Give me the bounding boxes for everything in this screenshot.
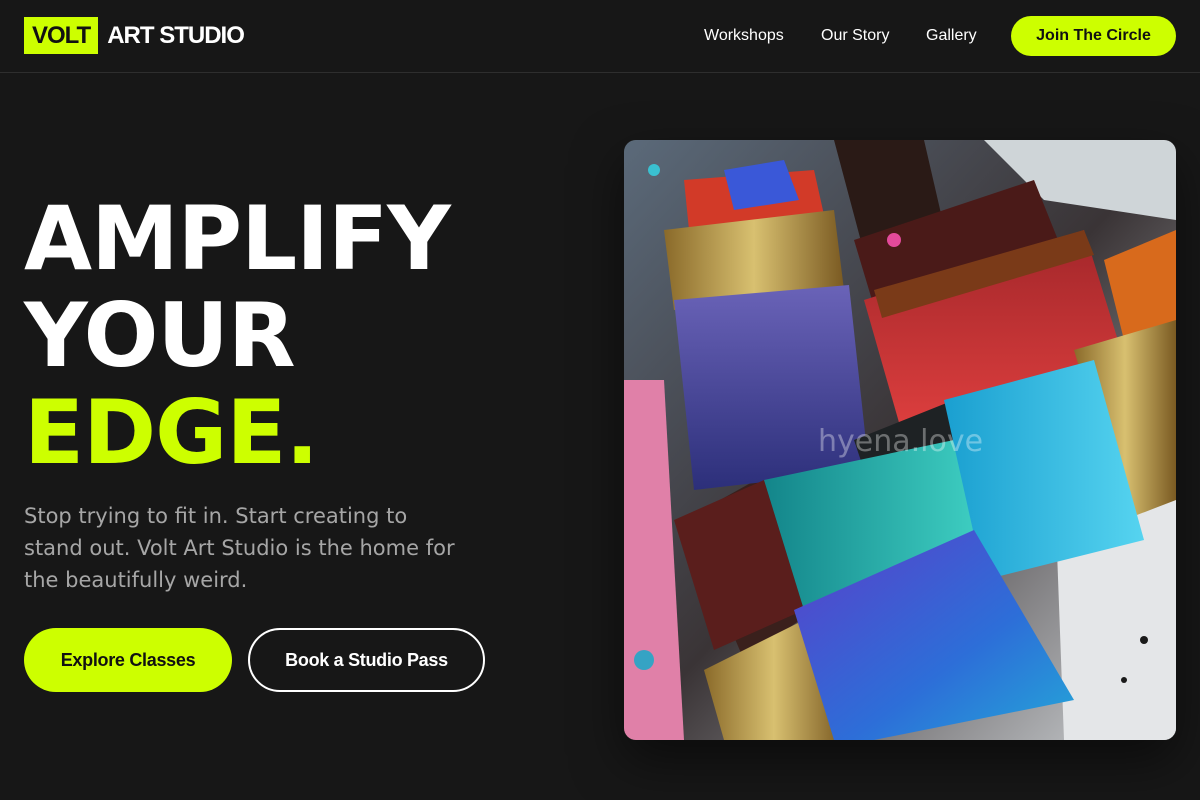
hero-lead-text: Stop trying to fit in. Start creating to…	[24, 504, 455, 592]
image-watermark: hyena.love	[818, 424, 984, 459]
headline-line-3: EDGE.	[24, 381, 319, 484]
headline-line-2: YOUR	[24, 284, 296, 387]
headline-line-1: AMPLIFY	[24, 187, 451, 290]
site-header: VOLT ART STUDIO Workshops Our Story Gall…	[0, 0, 1200, 73]
join-the-circle-button[interactable]: Join The Circle	[1011, 16, 1176, 56]
nav-link-workshops[interactable]: Workshops	[704, 27, 784, 45]
hero-headline: AMPLIFY YOUR EDGE.	[24, 187, 451, 484]
nav-link-gallery[interactable]: Gallery	[926, 27, 977, 45]
book-studio-pass-button[interactable]: Book a Studio Pass	[248, 628, 485, 692]
nav-link-our-story[interactable]: Our Story	[821, 27, 889, 45]
logo-text: ART STUDIO	[107, 21, 245, 49]
explore-classes-button[interactable]: Explore Classes	[24, 628, 232, 692]
logo-badge: VOLT	[24, 17, 99, 54]
hero-image: hyena.love	[624, 140, 1176, 740]
logo[interactable]: VOLT ART STUDIO	[24, 17, 245, 54]
